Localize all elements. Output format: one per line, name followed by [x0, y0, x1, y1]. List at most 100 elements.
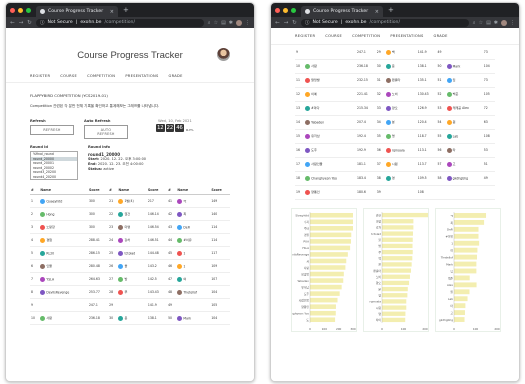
auto-refresh-label: Auto Refresh — [84, 119, 111, 123]
category-label: 팔망발 — [301, 272, 309, 276]
user-avatar[interactable] — [217, 48, 230, 61]
menu-icon[interactable]: ⋮ — [510, 20, 515, 26]
table-cell: tctolad — [117, 246, 147, 260]
table-cell: Changhyeon Yoo — [304, 171, 357, 186]
user-badge-icon — [446, 133, 452, 139]
table-cell: 217 — [146, 194, 168, 208]
table-cell: 55 — [436, 129, 446, 144]
table-cell: 사람인물 — [304, 157, 357, 172]
category-label: 양오 — [376, 281, 382, 285]
table-cell — [445, 185, 483, 200]
user-badge-icon — [305, 91, 311, 97]
nav-course[interactable]: COURSE — [325, 34, 342, 38]
x-tick-label: 100 — [322, 327, 328, 331]
table-cell: 105 — [482, 87, 495, 102]
zoom-icon[interactable]: ⌕ — [473, 20, 476, 26]
browser-tab[interactable]: Course Progress Tracker × — [301, 6, 383, 17]
extension-icon[interactable]: ✱ — [494, 20, 498, 26]
reader-icon[interactable]: ▤ — [486, 20, 491, 26]
table-cell: 여 — [176, 272, 211, 286]
close-window-icon[interactable] — [275, 7, 280, 13]
forward-icon[interactable]: → — [284, 20, 289, 26]
user-badge-icon — [446, 119, 452, 125]
tab-close-icon[interactable]: × — [110, 9, 114, 15]
category-label: 백 — [378, 256, 381, 260]
category-label: 도 — [306, 318, 309, 322]
forward-icon[interactable]: → — [19, 20, 24, 26]
url-separator: | — [340, 20, 343, 25]
new-tab-icon[interactable]: + — [123, 6, 129, 14]
table-cell: 백 — [384, 45, 417, 60]
category-label: 서 — [306, 259, 309, 263]
round-status: Status: active — [88, 167, 114, 171]
nav-grade[interactable]: GRADE — [169, 74, 183, 78]
maximize-window-icon[interactable] — [291, 7, 296, 13]
category-label: 경원 — [304, 233, 310, 237]
nav-course[interactable]: COURSE — [60, 74, 77, 78]
table-cell: 58 — [436, 171, 446, 186]
minimize-window-icon[interactable] — [18, 7, 23, 13]
extension-icon[interactable]: ✱ — [229, 20, 233, 26]
x-tick-label: 100 — [401, 327, 407, 331]
new-tab-icon[interactable]: + — [388, 6, 394, 14]
user-badge-icon — [177, 211, 183, 217]
reload-icon[interactable]: ↻ — [292, 20, 297, 26]
browser-tab[interactable]: Course Progress Tracker × — [36, 6, 118, 17]
bar — [382, 261, 412, 267]
table-cell: 109 — [210, 259, 230, 273]
profile-avatar[interactable] — [236, 19, 242, 26]
table-cell — [304, 45, 357, 60]
column-header: # — [30, 186, 40, 195]
nav-register[interactable]: REGISTER — [295, 34, 315, 38]
nav-competition[interactable]: COMPETITION — [352, 34, 380, 38]
category-label: 타 — [450, 304, 453, 308]
nav-presentations[interactable]: PRESENTATIONS — [390, 34, 423, 38]
nav-presentations[interactable]: PRESENTATIONS — [125, 74, 158, 78]
url-field[interactable]: ⓘ Not Secure | exohn.be/competition/ — [300, 18, 469, 27]
url-path: /competition/ — [369, 20, 401, 25]
table-cell: 47 — [167, 272, 177, 286]
nav-competition[interactable]: COMPETITION — [87, 74, 115, 78]
table-cell: 팔망발 — [304, 73, 357, 88]
nav-grade[interactable]: GRADE — [434, 34, 448, 38]
table-cell: 104 — [210, 285, 230, 299]
menu-icon[interactable]: ⋮ — [245, 20, 250, 26]
table-cell: 11 — [295, 73, 305, 88]
table-cell: 120.4 — [416, 115, 437, 130]
browser-window-left: Course Progress Tracker × + ← → ↻ ⓘ Not … — [5, 2, 255, 382]
table-cell: 73 — [482, 45, 495, 60]
minimize-window-icon[interactable] — [283, 7, 288, 13]
star-icon[interactable]: ☆ — [214, 20, 218, 26]
bar — [454, 233, 479, 239]
reader-icon[interactable]: ▤ — [221, 20, 226, 26]
table-row: 12 이예 221.41 32 노비 130.43 52 백준 105 — [295, 87, 495, 102]
auto-refresh-button[interactable]: AUTO REFRESH — [84, 125, 128, 139]
back-icon[interactable]: ← — [10, 20, 15, 26]
nav-register[interactable]: REGISTER — [30, 74, 50, 78]
round-option[interactable]: round4_20200 — [31, 175, 77, 180]
close-window-icon[interactable] — [10, 7, 15, 13]
category-label: 분 — [378, 287, 381, 291]
refresh-button[interactable]: REFRESH — [30, 125, 74, 135]
url-field[interactable]: ⓘ Not Secure | exohn.be/competition/ — [35, 18, 204, 27]
category-label: 최 — [450, 220, 453, 224]
reload-icon[interactable]: ↻ — [27, 20, 32, 26]
table-cell: 36 — [375, 143, 385, 158]
back-icon[interactable]: ← — [275, 20, 280, 26]
score-chart-1: Slowyhitd 수지루타경원 PUA YSLA DevilsRevenge 서사랑팔망… — [291, 207, 357, 332]
category-label: 윤 — [378, 262, 381, 266]
table-cell: 135.1 — [416, 73, 437, 88]
zoom-icon[interactable]: ⌕ — [208, 20, 211, 26]
bar — [454, 302, 466, 308]
user-badge-icon — [305, 77, 311, 83]
column-header: Score — [146, 186, 168, 195]
profile-avatar[interactable] — [501, 19, 507, 26]
star-icon[interactable]: ☆ — [479, 20, 483, 26]
table-cell: 강차 — [117, 233, 147, 247]
user-badge-icon — [118, 263, 124, 269]
table-cell: 35 — [375, 129, 385, 144]
tab-close-icon[interactable]: × — [375, 9, 379, 15]
maximize-window-icon[interactable] — [26, 7, 31, 13]
table-cell: 15 — [295, 129, 305, 144]
round-select[interactable]: %final_round round_20000 round_20001 round_… — [30, 151, 78, 180]
